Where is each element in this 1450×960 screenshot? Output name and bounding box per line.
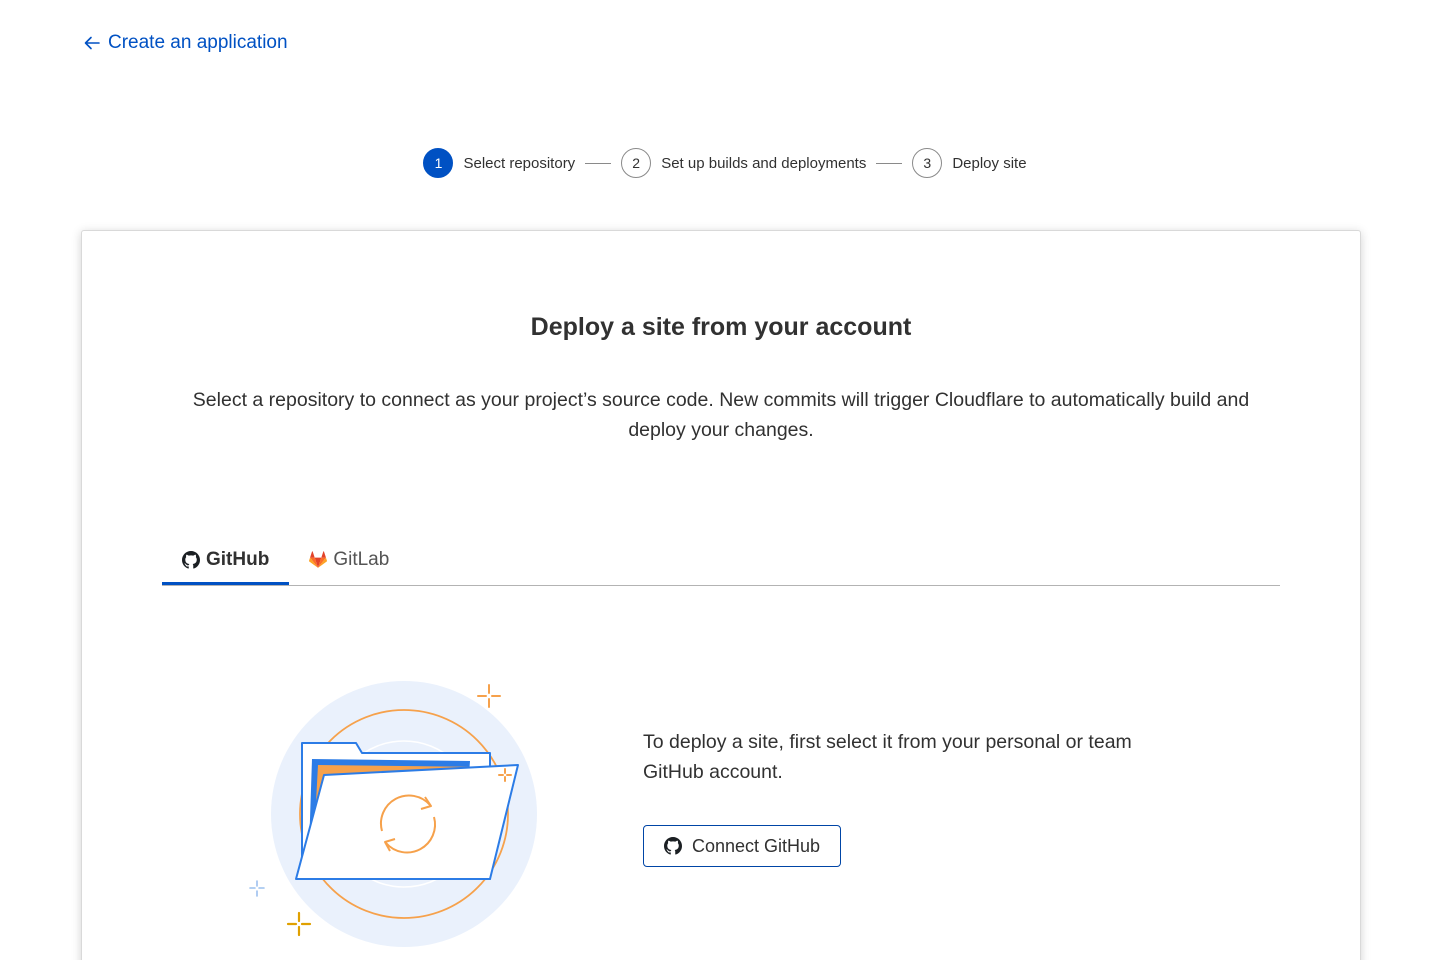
step-separator: [585, 162, 612, 164]
folder-sync-illustration: [249, 681, 537, 947]
back-link-label: Create an application: [108, 32, 288, 53]
stepper: 1 Select repository 2 Set up builds and …: [0, 148, 1450, 178]
github-icon: [664, 837, 682, 855]
back-link[interactable]: Create an application: [82, 32, 288, 54]
step-number: 2: [621, 148, 652, 178]
tab-gitlab[interactable]: GitLab: [289, 537, 409, 583]
github-icon: [182, 550, 200, 569]
deploy-card: Deploy a site from your account Select a…: [81, 230, 1361, 960]
step-number: 1: [423, 148, 454, 178]
tab-gitlab-label: GitLab: [333, 549, 390, 570]
tab-github-label: GitHub: [206, 548, 270, 570]
step-label: Select repository: [463, 154, 576, 172]
step-2: 2 Set up builds and deployments: [621, 148, 866, 178]
card-title: Deploy a site from your account: [530, 313, 912, 341]
tab-github[interactable]: GitHub: [162, 537, 290, 585]
step-number: 3: [912, 148, 943, 178]
gitlab-icon: [309, 551, 328, 568]
step-1: 1 Select repository: [423, 148, 575, 178]
step-3: 3 Deploy site: [912, 148, 1027, 178]
connect-github-label: Connect GitHub: [692, 835, 821, 856]
step-separator: [876, 162, 903, 164]
connect-description: To deploy a site, first select it from y…: [643, 731, 1132, 783]
arrow-left-icon: [84, 36, 100, 50]
connect-github-button[interactable]: Connect GitHub: [643, 825, 842, 867]
card-description: Select a repository to connect as your p…: [192, 389, 1250, 441]
step-label: Deploy site: [952, 154, 1027, 172]
provider-tabs: GitHub GitLab: [162, 537, 1280, 586]
step-label: Set up builds and deployments: [661, 154, 867, 172]
page: Create an application 1 Select repositor…: [0, 0, 1450, 960]
